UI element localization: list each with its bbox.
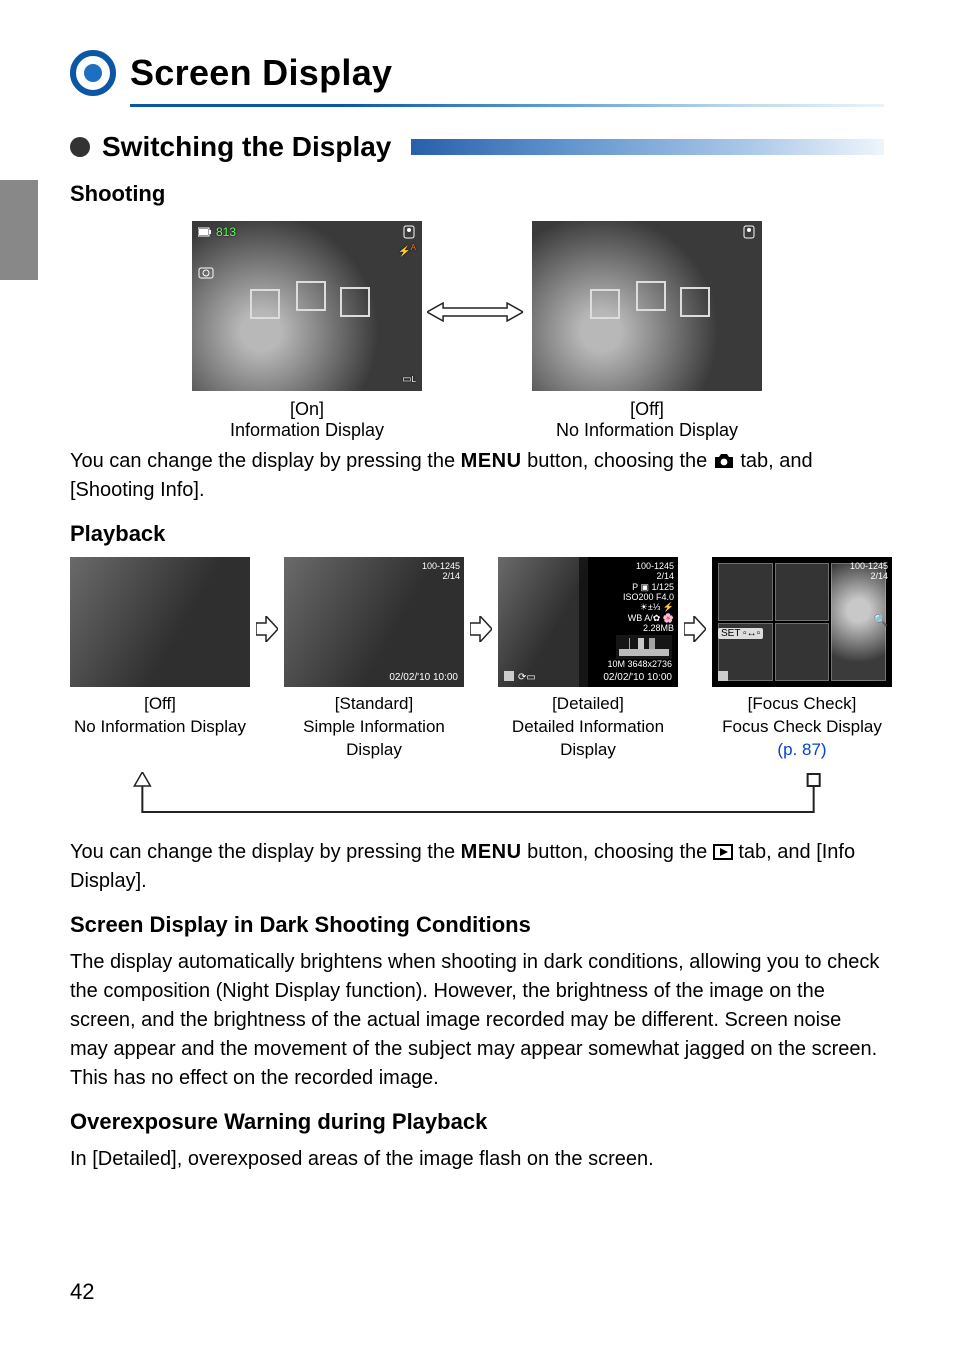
overexposure-subhead: Overexposure Warning during Playback — [70, 1109, 884, 1135]
shooting-off-label: [Off] — [630, 399, 664, 420]
camera-tab-icon — [713, 452, 735, 470]
pb-focus-label: [Focus Check] — [722, 693, 882, 716]
section-heading-row: Switching the Display — [70, 131, 884, 163]
playback-subhead: Playback — [70, 521, 884, 547]
arrow-right-icon — [256, 616, 278, 642]
double-arrow-icon — [427, 301, 523, 323]
pb-focus-desc: Focus Check Display — [722, 716, 882, 739]
section-bullet-icon — [70, 137, 90, 157]
playback-standard-preview: 100-1245 2/14 02/02/'10 10:00 — [284, 557, 464, 687]
shooting-on-preview: 813 ⚡A ▭L — [192, 221, 422, 391]
shots-remaining: 813 — [216, 225, 236, 239]
title-divider — [130, 104, 884, 107]
battery-icon — [198, 227, 212, 237]
detailed-info-text: 100-1245 2/14 P ▣ 1/125 ISO200 F4.0 ☀±⅓ … — [623, 561, 674, 633]
arrow-right-icon — [470, 616, 492, 642]
standard-counter: 100-1245 2/14 — [422, 561, 460, 582]
text-frag: You can change the display by pressing t… — [70, 450, 461, 472]
playback-off-column: [Off] No Information Display — [70, 557, 250, 739]
pb-detailed-label: [Detailed] — [498, 693, 678, 716]
shooting-on-desc: Information Display — [230, 420, 384, 441]
shooting-on-column: 813 ⚡A ▭L [On] Information Display — [177, 221, 437, 441]
standard-date: 02/02/'10 10:00 — [389, 672, 458, 683]
speaker-icon — [504, 671, 514, 681]
playback-off-preview — [70, 557, 250, 687]
section-divider — [411, 139, 884, 155]
overexposure-para: In [Detailed], overexposed areas of the … — [70, 1145, 884, 1174]
menu-button-label: MENU — [461, 841, 522, 863]
rotate-icon: ⟳▭ — [518, 672, 536, 683]
section-heading: Switching the Display — [102, 131, 391, 163]
detailed-date: 02/02/'10 10:00 — [603, 672, 672, 683]
cycle-loop-diagram — [70, 772, 884, 832]
playback-previews-row: [Off] No Information Display 100-1245 2/… — [70, 557, 884, 762]
playback-focus-preview: 100-1245 2/14 🔍 SET ▫↔▫ — [712, 557, 892, 687]
set-button-badge: SET ▫↔▫ — [718, 628, 763, 639]
image-size-icon: ▭L — [402, 374, 416, 385]
flash-auto-icon: ⚡A — [398, 243, 416, 257]
page-side-tab — [0, 180, 38, 280]
dark-conditions-para: The display automatically brightens when… — [70, 948, 884, 1093]
page-number: 42 — [70, 1279, 94, 1305]
shooting-body-text: You can change the display by pressing t… — [70, 447, 884, 505]
shooting-on-label: [On] — [290, 399, 324, 420]
pb-off-desc: No Information Display — [74, 716, 246, 739]
ring-target-icon — [70, 50, 116, 96]
shooting-subhead: Shooting — [70, 181, 884, 207]
menu-button-label: MENU — [461, 450, 522, 472]
arrow-right-icon — [684, 616, 706, 642]
histogram-icon — [616, 635, 672, 659]
detailed-res: 10M 3648x2736 — [607, 659, 672, 669]
playback-focus-column: 100-1245 2/14 🔍 SET ▫↔▫ [Focus Check] Fo… — [712, 557, 892, 762]
pb-standard-label: [Standard] — [284, 693, 464, 716]
playback-standard-column: 100-1245 2/14 02/02/'10 10:00 [Standard]… — [284, 557, 464, 762]
pb-standard-desc: Simple Information Display — [284, 716, 464, 762]
speaker-icon — [718, 671, 728, 681]
shooting-off-preview — [532, 221, 762, 391]
mode-auto-icon — [198, 265, 214, 284]
playback-tab-icon — [713, 844, 733, 860]
page-title-row: Screen Display — [70, 50, 884, 96]
dark-conditions-subhead: Screen Display in Dark Shooting Conditio… — [70, 912, 884, 938]
pb-detailed-desc: Detailed Information Display — [498, 716, 678, 762]
pb-focus-pageref[interactable]: (p. 87) — [722, 739, 882, 762]
magnifier-icon: 🔍 — [873, 613, 888, 627]
playback-body-text: You can change the display by pressing t… — [70, 838, 884, 896]
face-detect-icon — [742, 225, 756, 242]
shooting-off-column: [Off] No Information Display — [517, 221, 777, 441]
pb-off-label: [Off] — [74, 693, 246, 716]
playback-detailed-preview: 100-1245 2/14 P ▣ 1/125 ISO200 F4.0 ☀±⅓ … — [498, 557, 678, 687]
focus-counter: 100-1245 2/14 — [850, 561, 888, 582]
text-frag: You can change the display by pressing t… — [70, 841, 461, 863]
playback-detailed-column: 100-1245 2/14 P ▣ 1/125 ISO200 F4.0 ☀±⅓ … — [498, 557, 678, 762]
shooting-off-desc: No Information Display — [556, 420, 738, 441]
shooting-previews-row: 813 ⚡A ▭L [On] Information Display — [70, 221, 884, 441]
text-frag: button, choosing the — [522, 841, 713, 863]
text-frag: button, choosing the — [522, 450, 713, 472]
page-title: Screen Display — [130, 52, 392, 94]
face-detect-icon — [402, 225, 416, 242]
